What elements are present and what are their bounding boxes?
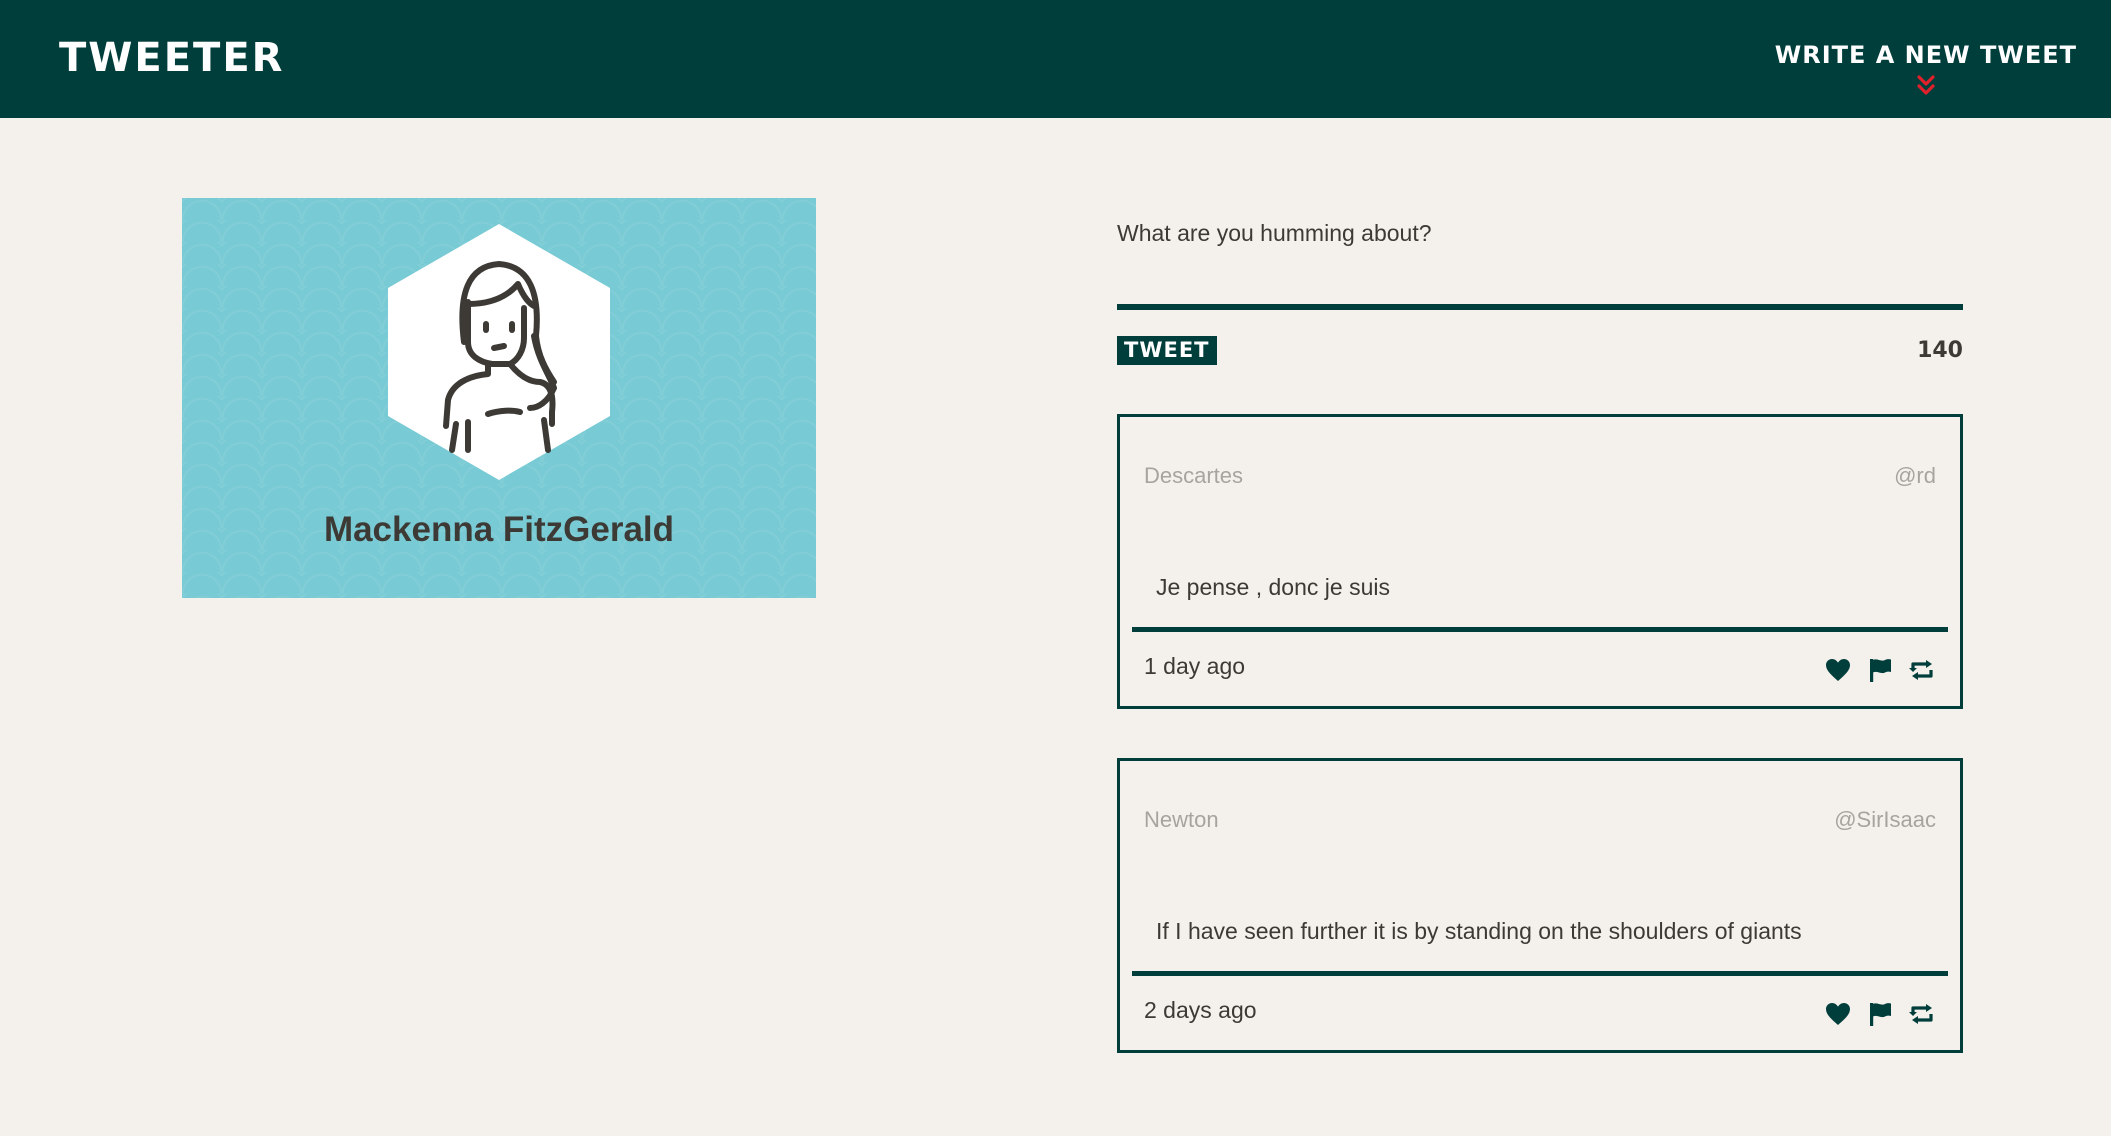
tweet-handle: @SirIsaac bbox=[1834, 807, 1936, 832]
tweet-timestamp: 1 day ago bbox=[1144, 653, 1246, 679]
profile-card: Mackenna FitzGerald bbox=[182, 198, 816, 598]
tweet-divider bbox=[1132, 971, 1948, 976]
flag-icon[interactable] bbox=[1866, 1001, 1894, 1027]
brand-logo[interactable]: TWEETER bbox=[59, 34, 284, 82]
character-counter: 140 bbox=[1917, 338, 1963, 363]
profile-name: Mackenna FitzGerald bbox=[323, 510, 675, 549]
top-navbar: TWEETER WRITE A NEW TWEET bbox=[0, 0, 2111, 118]
tweet-timestamp: 2 days ago bbox=[1144, 997, 1257, 1023]
tweet-submit-button[interactable]: TWEET bbox=[1117, 336, 1217, 365]
tweet-actions bbox=[1824, 1001, 1936, 1027]
tweet-author: Newton bbox=[1144, 807, 1219, 832]
tweet-card: Descartes @rd Je pense , donc je suis 1 … bbox=[1117, 414, 1963, 709]
tweet-card: Newton @SirIsaac If I have seen further … bbox=[1117, 758, 1963, 1053]
tweet-textarea[interactable] bbox=[1117, 212, 1963, 310]
retweet-icon[interactable] bbox=[1908, 657, 1936, 683]
tweet-actions bbox=[1824, 657, 1936, 683]
tweet-text: Je pense , donc je suis bbox=[1156, 574, 1390, 600]
tweet-author: Descartes bbox=[1144, 463, 1244, 488]
flag-icon[interactable] bbox=[1866, 657, 1894, 683]
heart-icon[interactable] bbox=[1824, 657, 1852, 683]
tweet-divider bbox=[1132, 627, 1948, 632]
person-hexagon-avatar bbox=[388, 224, 610, 480]
retweet-icon[interactable] bbox=[1908, 1001, 1936, 1027]
compose-form: TWEET 140 bbox=[1117, 212, 1963, 365]
heart-icon[interactable] bbox=[1824, 1001, 1852, 1027]
write-new-tweet-label[interactable]: WRITE A NEW TWEET bbox=[1775, 38, 2077, 72]
write-new-tweet-toggle[interactable]: WRITE A NEW TWEET bbox=[1775, 38, 2077, 96]
tweet-handle: @rd bbox=[1894, 463, 1936, 488]
tweet-text: If I have seen further it is by standing… bbox=[1156, 918, 1802, 944]
chevron-double-down-icon[interactable] bbox=[1916, 74, 1936, 96]
